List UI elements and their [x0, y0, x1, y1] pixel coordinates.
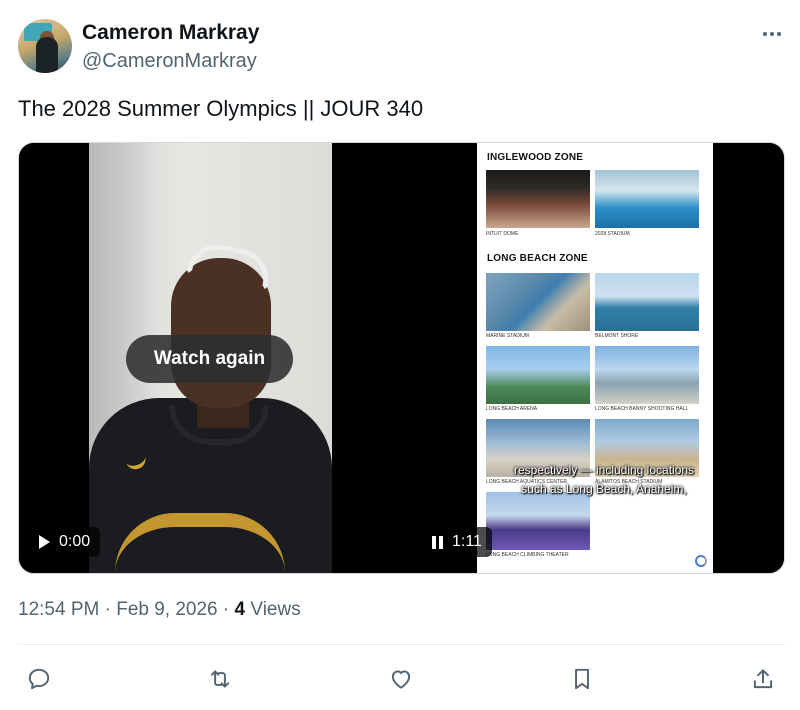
more-dots-icon [763, 32, 767, 36]
photo-belmont-shore [595, 273, 699, 331]
video-2-controls[interactable]: 1:11 [424, 527, 492, 557]
more-dot [770, 32, 774, 36]
video-1-time: 0:00 [59, 533, 91, 550]
avatar[interactable] [18, 19, 72, 73]
reply-button[interactable] [24, 664, 54, 694]
caption: MARINE STADIUM [486, 333, 529, 339]
video-player-2[interactable]: INGLEWOOD ZONE INTUIT DOME 2028 STADIUM … [404, 143, 784, 573]
video-1-controls[interactable]: 0:00 [31, 527, 101, 557]
pause-bar [439, 535, 443, 549]
author-name[interactable]: Cameron Markray [82, 21, 259, 45]
caption: BELMONT SHORE [595, 333, 639, 339]
caption: LONG BEACH BANNY SHOOTING HALL [595, 406, 689, 412]
caption: LONG BEACH ARENA [486, 406, 538, 412]
bookmark-icon [575, 668, 589, 690]
subtitle-line-1: respectively — including locations [513, 463, 695, 477]
avatar-person [36, 37, 58, 73]
share-icon [753, 669, 773, 689]
media-container: Watch again 0:00 INGLEWOOD ZONE INTUIT D… [18, 142, 785, 574]
divider [18, 644, 785, 645]
photo-climbing-theater [486, 492, 590, 550]
pause-bar [432, 535, 436, 549]
author-handle[interactable]: @CameronMarkray [82, 50, 257, 73]
photo-long-beach-arena [486, 346, 590, 404]
repost-button[interactable] [205, 664, 235, 694]
watch-again-button[interactable]: Watch again [126, 335, 293, 383]
post-timestamp[interactable]: 12:54 PM · Feb 9, 2026 [18, 599, 218, 620]
zone-title-inglewood: INGLEWOOD ZONE [487, 152, 584, 163]
share-button[interactable] [748, 664, 778, 694]
post-meta: 12:54 PM · Feb 9, 2026 · 4 Views [18, 599, 301, 621]
repost-icon [210, 670, 230, 688]
recaptcha-icon [695, 555, 707, 567]
video-2-time: 1:11 [452, 533, 482, 550]
like-icon [391, 670, 411, 689]
subtitle-line-2: such as Long Beach, Anaheim, [521, 482, 687, 496]
photo-2028-stadium [595, 170, 699, 228]
like-button[interactable] [386, 664, 416, 694]
photo-intuit-dome [486, 170, 590, 228]
more-dot [777, 32, 781, 36]
play-icon[interactable] [39, 535, 50, 549]
bookmark-button[interactable] [567, 664, 597, 694]
photo-shooting-hall [595, 346, 699, 404]
caption: INTUIT DOME [486, 231, 519, 237]
views-label: Views [250, 599, 301, 620]
photo-marine-stadium [486, 273, 590, 331]
caption: 2028 STADIUM [595, 231, 630, 237]
views-count: 4 [234, 599, 246, 620]
more-options-button[interactable] [756, 22, 788, 46]
meta-separator: · [222, 599, 230, 620]
caption: LONG BEACH CLIMBING THEATER [486, 552, 569, 558]
pause-icon[interactable] [432, 535, 443, 549]
video-player-1[interactable]: Watch again 0:00 [19, 143, 401, 573]
document-page: INGLEWOOD ZONE INTUIT DOME 2028 STADIUM … [477, 143, 713, 573]
post-text: The 2028 Summer Olympics || JOUR 340 [18, 96, 424, 121]
zone-title-long-beach: LONG BEACH ZONE [487, 253, 588, 264]
reply-icon [28, 668, 50, 690]
